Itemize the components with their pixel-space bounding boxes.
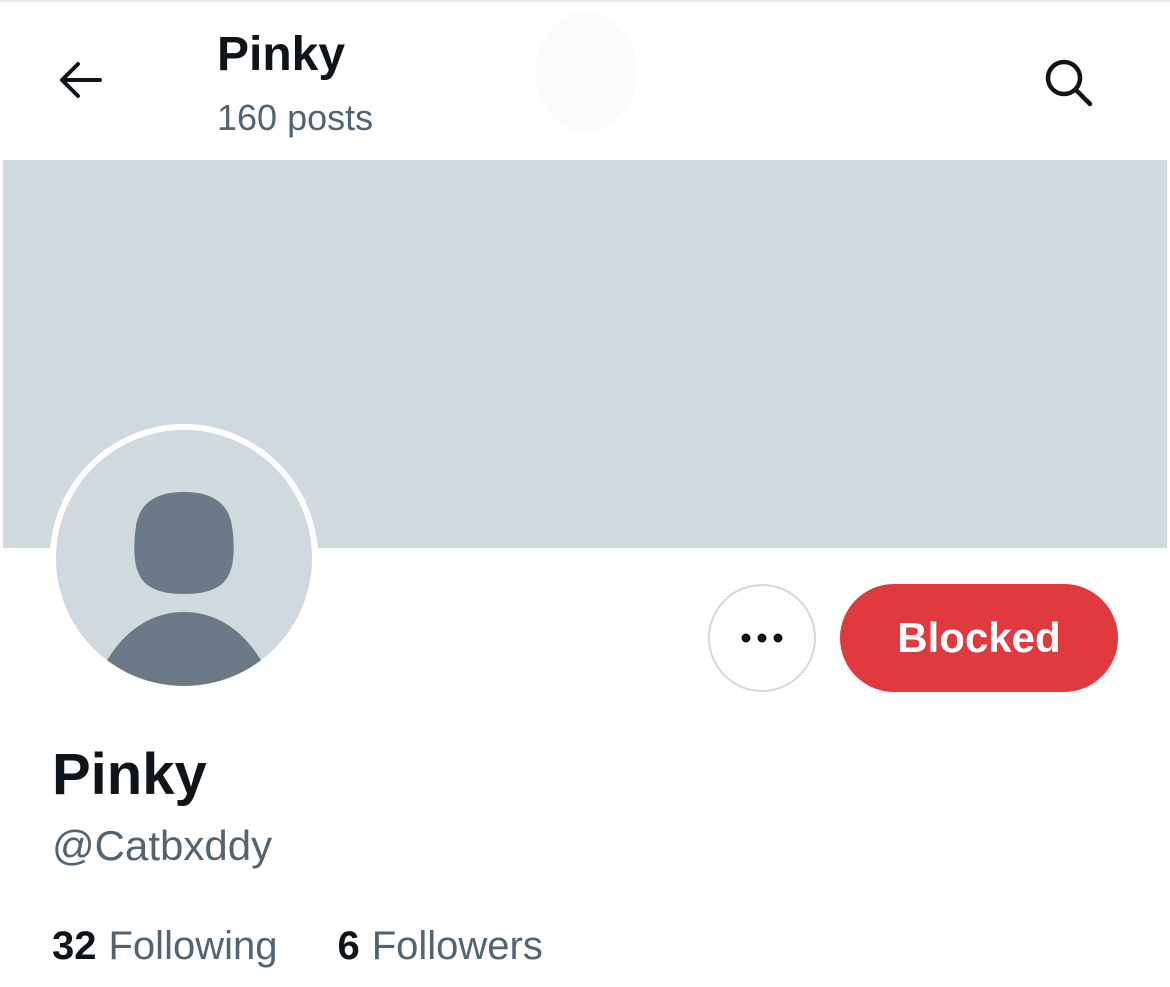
followers-link[interactable]: 6 Followers <box>337 924 542 969</box>
top-divider <box>0 0 1170 2</box>
display-name: Pinky <box>52 742 207 807</box>
more-options-button[interactable] <box>708 584 816 692</box>
followers-count: 6 <box>337 923 360 968</box>
avatar[interactable] <box>50 424 318 692</box>
search-icon <box>1045 59 1093 107</box>
avatar-image <box>56 430 312 686</box>
arrow-left-icon <box>60 62 102 98</box>
followers-label: Followers <box>371 923 543 968</box>
following-count: 32 <box>52 923 97 968</box>
profile-header: Pinky 160 posts <box>0 0 1170 160</box>
user-handle: @Catbxddy <box>52 822 273 869</box>
following-link[interactable]: 32 Following <box>52 924 277 969</box>
post-count: 160 posts <box>217 97 374 138</box>
faint-overlay <box>535 12 637 132</box>
profile-page: Pinky 160 posts Blocked Pinky @Catbxddy <box>0 0 1170 987</box>
follow-stats: 32 Following 6 Followers <box>52 918 543 974</box>
more-horizontal-icon <box>741 633 783 643</box>
search-button[interactable] <box>1030 44 1106 120</box>
header-title: Pinky <box>217 28 346 81</box>
default-avatar-icon <box>106 492 262 686</box>
following-label: Following <box>108 923 278 968</box>
back-button[interactable] <box>44 44 116 116</box>
blocked-button[interactable]: Blocked <box>840 584 1118 692</box>
